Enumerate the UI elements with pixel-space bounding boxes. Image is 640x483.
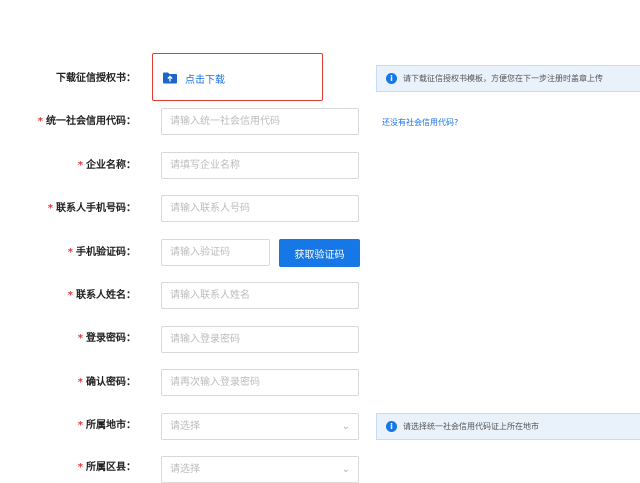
confirm-password-input[interactable]	[161, 369, 359, 396]
info-circle-icon: i	[386, 421, 397, 432]
company-name-input[interactable]	[161, 152, 359, 179]
required-mark: *	[77, 160, 83, 171]
required-mark: *	[67, 290, 73, 301]
required-mark: *	[67, 247, 73, 258]
download-link[interactable]: 点击下载	[163, 70, 225, 86]
credit-code-label: * 统一社会信用代码：	[37, 116, 136, 127]
get-sms-code-button[interactable]: 获取验证码	[279, 239, 360, 267]
folder-upload-icon	[163, 69, 177, 88]
required-mark: *	[77, 420, 83, 431]
info-circle-icon: i	[386, 73, 397, 84]
sms-code-input[interactable]	[161, 239, 270, 266]
confirm-password-label: * 确认密码：	[77, 377, 136, 388]
region-select[interactable]: 请选择 ⌄	[161, 413, 359, 440]
download-link-text[interactable]: 点击下载	[185, 71, 225, 86]
required-mark: *	[77, 377, 83, 388]
sms-code-label: * 手机验证码：	[67, 247, 136, 258]
required-mark: *	[47, 203, 53, 214]
password-label: * 登录密码：	[77, 333, 136, 344]
region-select-value: 请选择	[170, 421, 200, 432]
download-label: 下载征信授权书：	[56, 73, 136, 84]
contact-phone-label: * 联系人手机号码：	[47, 203, 136, 214]
credit-code-input[interactable]	[161, 108, 359, 135]
required-mark: *	[37, 116, 43, 127]
no-credit-code-link[interactable]: 还没有社会信用代码?	[382, 117, 458, 128]
company-name-label: * 企业名称：	[77, 160, 136, 171]
chevron-down-icon: ⌄	[341, 464, 350, 475]
required-mark: *	[77, 462, 83, 473]
password-input[interactable]	[161, 326, 359, 353]
contact-name-input[interactable]	[161, 282, 359, 309]
region-notice: i 请选择统一社会信用代码证上所在地市	[376, 413, 640, 440]
chevron-down-icon: ⌄	[341, 421, 350, 432]
district-label: * 所属区县：	[77, 462, 136, 473]
district-select-value: 请选择	[170, 464, 200, 475]
required-mark: *	[77, 333, 83, 344]
district-select[interactable]: 请选择 ⌄	[161, 456, 359, 483]
contact-phone-input[interactable]	[161, 195, 359, 222]
contact-name-label: * 联系人姓名：	[67, 290, 136, 301]
region-label: * 所属地市：	[77, 420, 136, 431]
download-notice: i 请下载征信授权书模板，方便您在下一步注册时盖章上传	[376, 65, 640, 92]
